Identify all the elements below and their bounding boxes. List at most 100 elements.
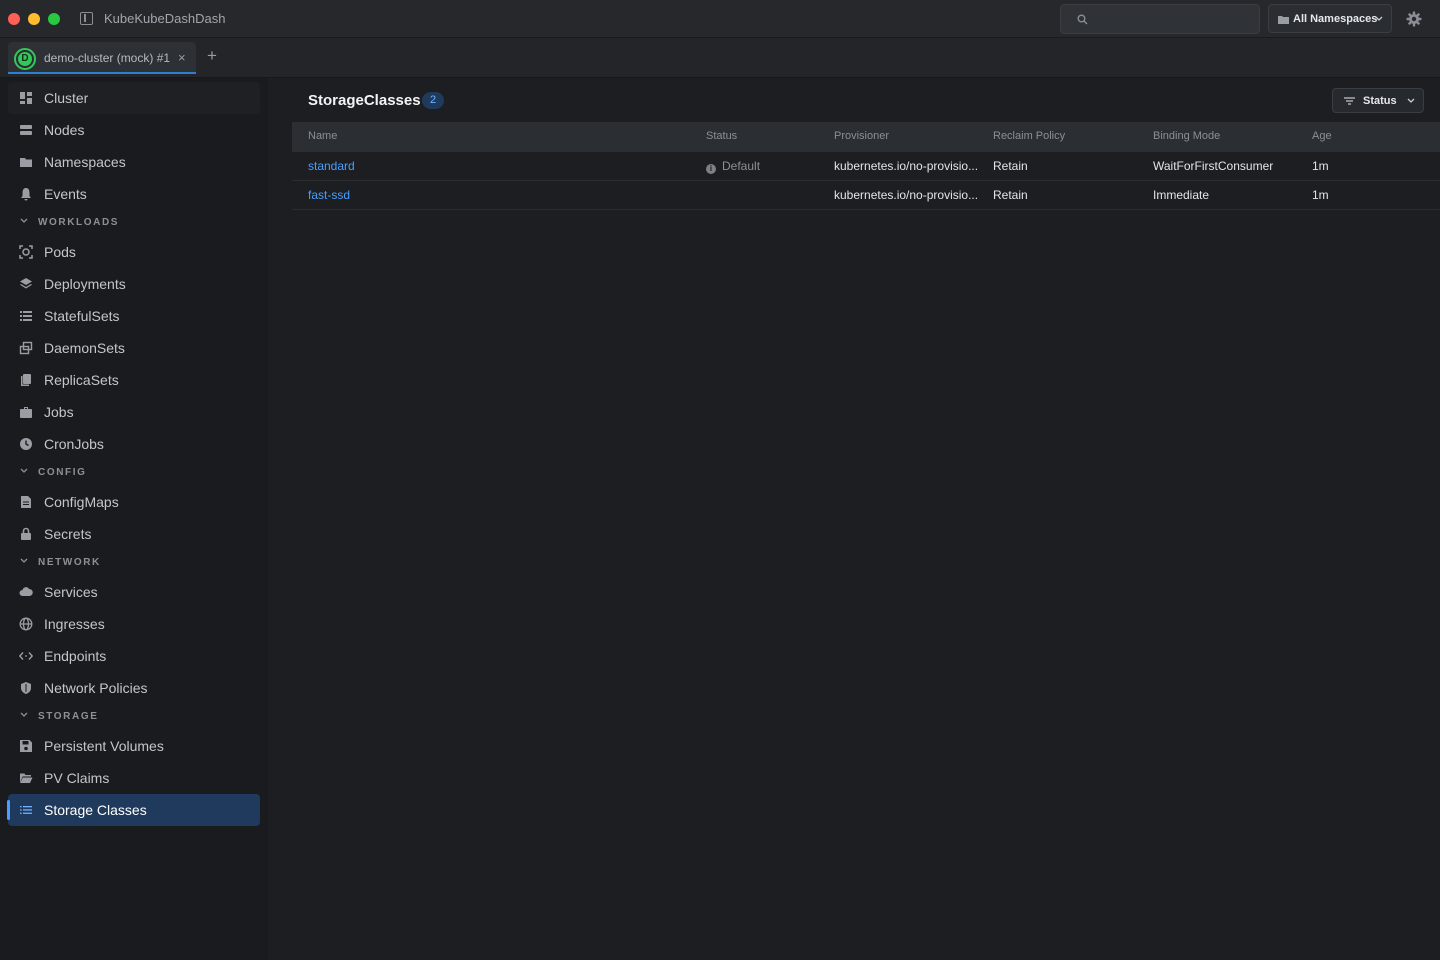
sidebar-item-cluster[interactable]: Cluster [8, 82, 260, 114]
sidebar-item-label: ReplicaSets [44, 372, 119, 388]
sidebar-item-nodes[interactable]: Nodes [8, 114, 260, 146]
sidebar-item-deployments[interactable]: Deployments [8, 268, 260, 300]
table-header: Name Status Provisioner Reclaim Policy B… [292, 122, 1440, 152]
sidebar-item-persistent-volumes[interactable]: Persistent Volumes [8, 730, 260, 762]
copy-icon [19, 341, 33, 355]
title-bar: KubeKubeDashDash All Namespaces [0, 0, 1440, 38]
column-header-name[interactable]: Name [308, 130, 337, 142]
cluster-tab[interactable]: D demo-cluster (mock) #1 × [8, 42, 196, 74]
app-title: KubeKubeDashDash [104, 11, 226, 26]
sidebar-item-statefulsets[interactable]: StatefulSets [8, 300, 260, 332]
chevron-down-icon [20, 712, 28, 717]
table-row[interactable]: fast-ssd kubernetes.io/no-provisio... Re… [292, 181, 1440, 210]
section-title: STORAGE [38, 711, 99, 722]
row-binding-mode: Immediate [1153, 188, 1210, 202]
sidebar: Cluster Nodes Namespaces Events WORKLOAD… [0, 78, 268, 960]
search-input[interactable] [1095, 9, 1255, 29]
sidebar-item-label: Ingresses [44, 616, 105, 632]
column-header-age[interactable]: Age [1312, 130, 1332, 142]
sidebar-item-jobs[interactable]: Jobs [8, 396, 260, 428]
sidebar-item-namespaces[interactable]: Namespaces [8, 146, 260, 178]
row-age: 1m [1312, 188, 1329, 202]
sidebar-item-label: Persistent Volumes [44, 738, 164, 754]
folder-icon [20, 158, 32, 167]
namespace-selector-label: All Namespaces [1293, 13, 1378, 25]
chevron-down-icon [1407, 98, 1415, 103]
sidebar-item-label: Secrets [44, 526, 92, 542]
sidebar-item-label: Events [44, 186, 87, 202]
cluster-tab-label: demo-cluster (mock) #1 [44, 51, 171, 65]
row-provisioner: kubernetes.io/no-provisio... [834, 159, 979, 173]
row-age: 1m [1312, 159, 1329, 173]
sidebar-item-cronjobs[interactable]: CronJobs [8, 428, 260, 460]
sidebar-item-label: CronJobs [44, 436, 104, 452]
sidebar-item-label: Namespaces [44, 154, 126, 170]
row-status: i Default [706, 159, 760, 174]
sidebar-item-events[interactable]: Events [8, 178, 260, 210]
row-reclaim-policy: Retain [993, 159, 1028, 173]
sidebar-item-endpoints[interactable]: Endpoints [8, 640, 260, 672]
sidebar-item-label: PV Claims [44, 770, 110, 786]
filter-icon [1344, 97, 1355, 105]
sidebar-item-label: Jobs [44, 404, 74, 420]
sidebar-item-label: Endpoints [44, 648, 107, 664]
code-icon [19, 652, 33, 660]
gear-icon[interactable] [1406, 11, 1422, 27]
layers-icon [20, 278, 32, 289]
sidebar-item-network-policies[interactable]: Network Policies [8, 672, 260, 704]
document-icon [21, 496, 31, 508]
list-icon [20, 806, 32, 814]
sidebar-item-services[interactable]: Services [8, 576, 260, 608]
clock-icon [20, 438, 32, 450]
sidebar-toggle-icon[interactable] [80, 12, 93, 25]
minimize-window-button[interactable] [28, 13, 40, 25]
sidebar-item-secrets[interactable]: Secrets [8, 518, 260, 550]
sidebar-item-label: StatefulSets [44, 308, 120, 324]
cluster-tab-strip: D demo-cluster (mock) #1 × + [0, 38, 1440, 78]
sidebar-item-pv-claims[interactable]: PV Claims [8, 762, 260, 794]
close-icon[interactable]: × [178, 50, 186, 65]
chevron-down-icon [20, 558, 28, 563]
column-header-status[interactable]: Status [706, 130, 737, 142]
pod-icon [19, 245, 33, 259]
briefcase-icon [20, 407, 32, 418]
close-window-button[interactable] [8, 13, 20, 25]
sidebar-item-replicasets[interactable]: ReplicaSets [8, 364, 260, 396]
sidebar-item-configmaps[interactable]: ConfigMaps [8, 486, 260, 518]
sidebar-item-label: Pods [44, 244, 76, 260]
row-provisioner: kubernetes.io/no-provisio... [834, 188, 979, 202]
cloud-icon [19, 587, 33, 596]
column-header-binding-mode[interactable]: Binding Mode [1153, 130, 1220, 142]
sidebar-item-label: ConfigMaps [44, 494, 119, 510]
save-icon [20, 740, 32, 752]
bell-icon [21, 188, 31, 201]
page-title: StorageClasses [308, 92, 421, 109]
row-name-link[interactable]: standard [308, 159, 355, 173]
column-header-provisioner[interactable]: Provisioner [834, 130, 889, 142]
shield-icon [21, 682, 31, 694]
add-tab-button[interactable]: + [207, 47, 217, 64]
table-row[interactable]: standard i Default kubernetes.io/no-provi… [292, 152, 1440, 181]
sidebar-item-label: Services [44, 584, 98, 600]
count-badge: 2 [422, 92, 444, 109]
server-icon [20, 125, 32, 135]
duplicate-icon [21, 374, 31, 386]
row-status-label: Default [722, 159, 761, 173]
sidebar-item-label: Storage Classes [44, 802, 147, 818]
cluster-avatar-letter: D [18, 52, 32, 66]
maximize-window-button[interactable] [48, 13, 60, 25]
namespace-selector[interactable]: All Namespaces [1268, 4, 1392, 33]
status-filter-button[interactable]: Status [1332, 88, 1424, 113]
row-name-link[interactable]: fast-ssd [308, 188, 350, 202]
chevron-down-icon [20, 218, 28, 223]
section-title: NETWORK [38, 557, 101, 568]
sidebar-item-ingresses[interactable]: Ingresses [8, 608, 260, 640]
list-icon [20, 311, 32, 321]
sidebar-item-daemonsets[interactable]: DaemonSets [8, 332, 260, 364]
column-header-reclaim-policy[interactable]: Reclaim Policy [993, 130, 1065, 142]
folder-icon [1278, 16, 1289, 24]
section-title: CONFIG [38, 467, 87, 478]
sidebar-item-storage-classes[interactable]: Storage Classes [7, 794, 260, 826]
sidebar-item-pods[interactable]: Pods [8, 236, 260, 268]
search-box[interactable] [1060, 4, 1260, 34]
